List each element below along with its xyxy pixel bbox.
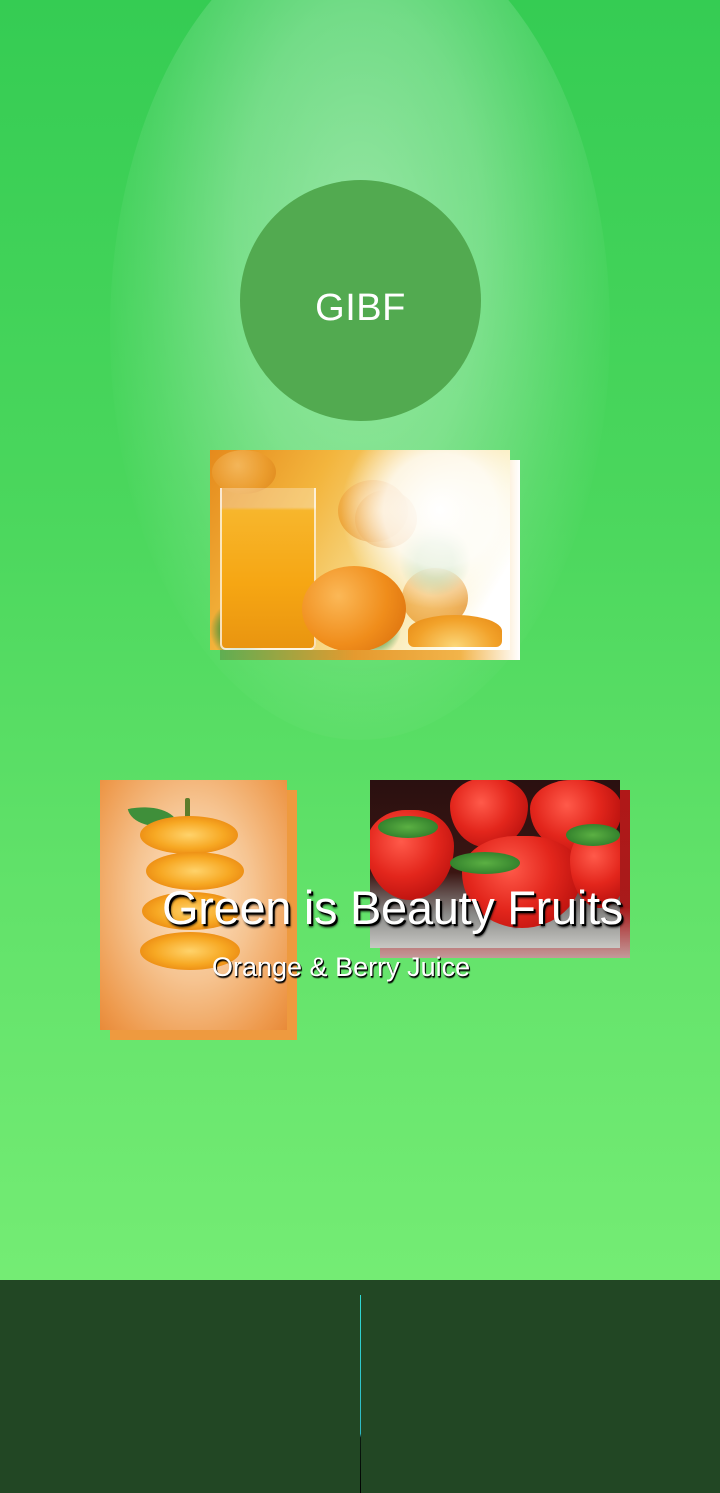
juice-glass bbox=[220, 488, 316, 650]
hero-section: GIBF Green is Beauty Fruits Orange & Ber… bbox=[0, 0, 720, 1280]
strawberry-leaves bbox=[566, 824, 620, 846]
orange-slice-layer bbox=[140, 816, 238, 854]
hero-subtitle: Orange & Berry Juice bbox=[212, 952, 471, 982]
strawberry-leaves bbox=[378, 816, 438, 838]
orange-juice-photo bbox=[210, 450, 510, 650]
logo-badge[interactable]: GIBF bbox=[240, 180, 481, 421]
logo-text: GIBF bbox=[315, 287, 406, 329]
orange-slice bbox=[408, 615, 502, 647]
strawberry-leaves bbox=[450, 852, 520, 874]
footer-divider bbox=[360, 1295, 361, 1493]
whole-orange bbox=[302, 566, 406, 650]
footer bbox=[0, 1280, 720, 1493]
hero-tagline: Green is Beauty Fruits bbox=[162, 881, 623, 934]
